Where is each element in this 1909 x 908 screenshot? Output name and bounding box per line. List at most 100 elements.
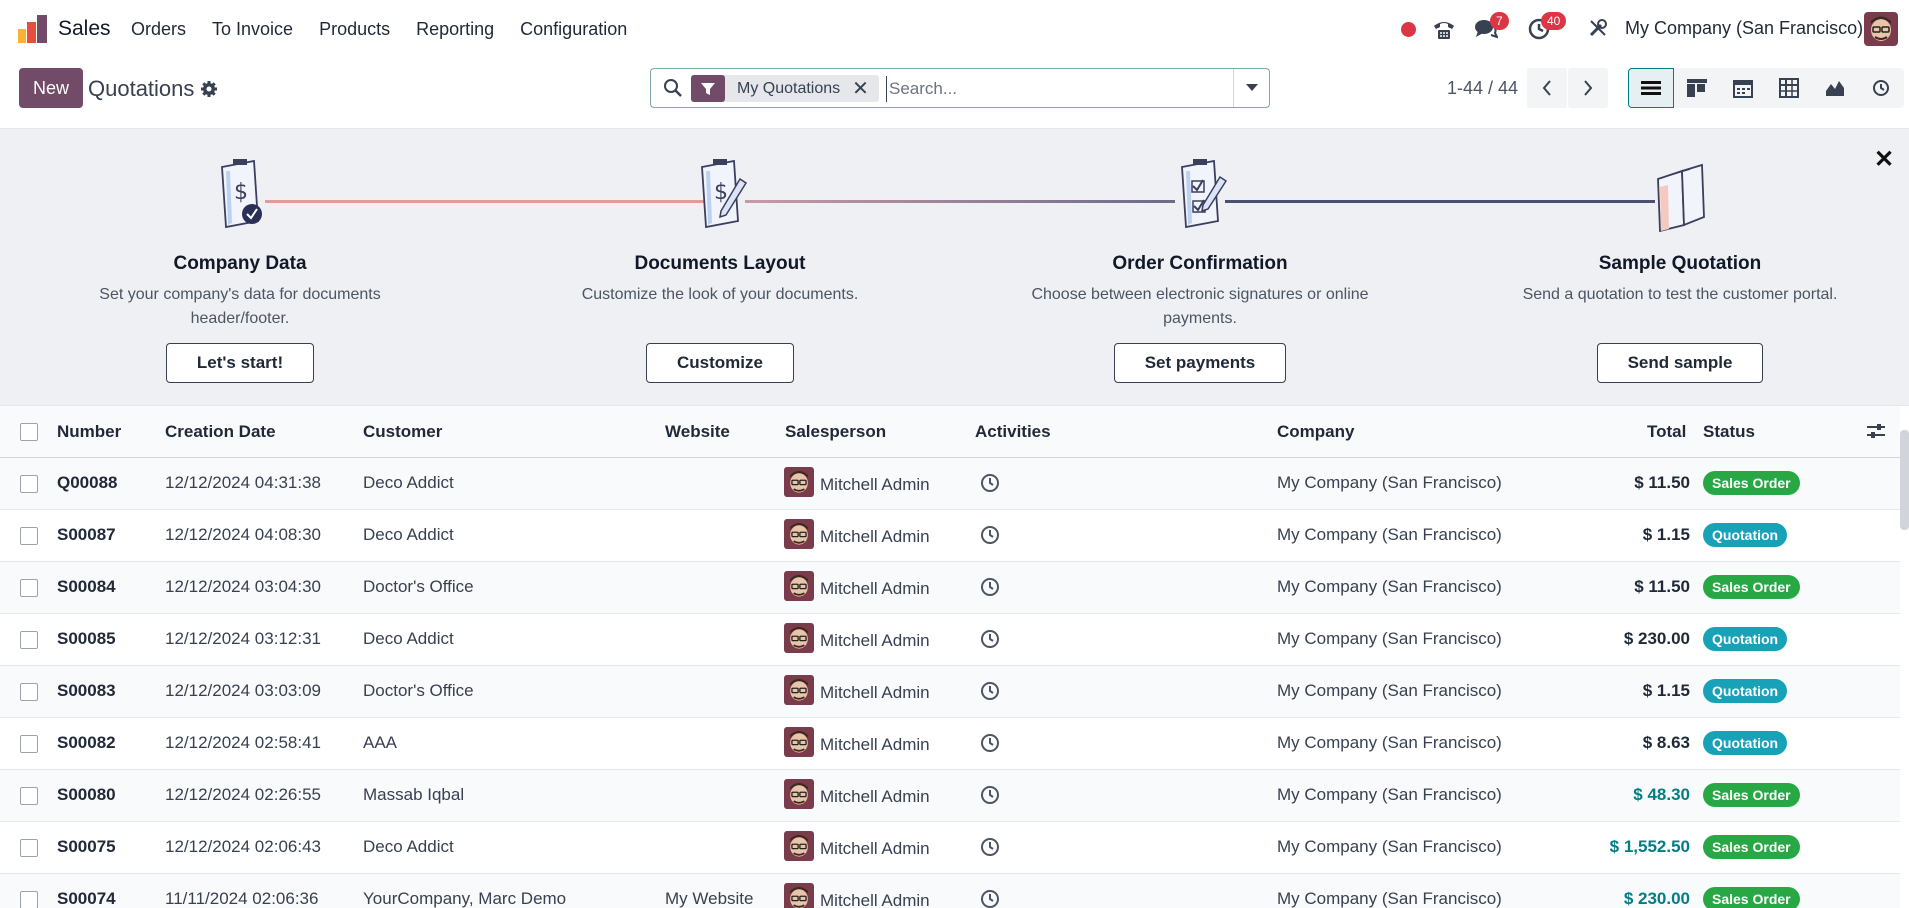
column-header-total[interactable]: Total xyxy=(1647,422,1686,442)
column-header-activities[interactable]: Activities xyxy=(975,422,1051,442)
table-row[interactable]: S00082 12/12/2024 02:58:41 AAA Mitchell Adm… xyxy=(0,718,1900,770)
table-row[interactable]: S00085 12/12/2024 03:12:31 Deco Addict Mitc… xyxy=(0,614,1900,666)
cell-salesperson[interactable]: Mitchell Admin xyxy=(820,683,930,703)
cell-customer[interactable]: Deco Addict xyxy=(363,629,454,649)
cell-customer[interactable]: YourCompany, Marc Demo xyxy=(363,889,566,908)
cell-number[interactable]: Q00088 xyxy=(57,473,118,493)
cell-company[interactable]: My Company (San Francisco) xyxy=(1277,577,1502,597)
clock-icon[interactable] xyxy=(980,473,1000,493)
cell-salesperson[interactable]: Mitchell Admin xyxy=(820,527,930,547)
select-all-checkbox[interactable] xyxy=(20,423,38,441)
calendar-view-button[interactable] xyxy=(1720,68,1766,108)
cell-salesperson[interactable]: Mitchell Admin xyxy=(820,787,930,807)
pivot-view-button[interactable] xyxy=(1766,68,1812,108)
cell-salesperson[interactable]: Mitchell Admin xyxy=(820,839,930,859)
menu-item-configuration[interactable]: Configuration xyxy=(520,19,627,40)
cell-creation-date[interactable]: 12/12/2024 02:26:55 xyxy=(165,785,321,805)
menu-item-to-invoice[interactable]: To Invoice xyxy=(212,19,293,40)
cell-creation-date[interactable]: 12/12/2024 04:08:30 xyxy=(165,525,321,545)
cell-creation-date[interactable]: 12/12/2024 02:06:43 xyxy=(165,837,321,857)
cell-salesperson[interactable]: Mitchell Admin xyxy=(820,579,930,599)
cell-creation-date[interactable]: 12/12/2024 03:12:31 xyxy=(165,629,321,649)
clock-icon[interactable] xyxy=(980,525,1000,545)
tools-icon[interactable] xyxy=(1588,18,1608,38)
lets-start-button[interactable]: Let's start! xyxy=(165,343,315,383)
table-row[interactable]: S00080 12/12/2024 02:26:55 Massab Iqbal Mit… xyxy=(0,770,1900,822)
avatar[interactable] xyxy=(784,779,814,809)
close-icon[interactable]: ✕ xyxy=(1874,145,1894,174)
cell-number[interactable]: S00083 xyxy=(57,681,116,701)
row-checkbox[interactable] xyxy=(20,631,38,649)
cell-total[interactable]: $ 11.50 xyxy=(1634,473,1690,493)
column-header-number[interactable]: Number xyxy=(57,422,121,442)
pager-value[interactable]: 1-44 / 44 xyxy=(1447,78,1518,99)
table-row[interactable]: S00087 12/12/2024 04:08:30 Deco Addict Mitc… xyxy=(0,510,1900,562)
cell-total[interactable]: $ 1,552.50 xyxy=(1610,837,1690,857)
app-name[interactable]: Sales xyxy=(58,17,111,41)
cell-creation-date[interactable]: 12/12/2024 02:58:41 xyxy=(165,733,321,753)
optional-columns-icon[interactable] xyxy=(1866,422,1886,440)
cell-customer[interactable]: Massab Iqbal xyxy=(363,785,464,805)
set-payments-button[interactable]: Set payments xyxy=(1113,343,1287,383)
cell-customer[interactable]: Deco Addict xyxy=(363,525,454,545)
cell-salesperson[interactable]: Mitchell Admin xyxy=(820,891,930,908)
sales-app-logo-icon[interactable] xyxy=(18,15,48,43)
cell-number[interactable]: S00075 xyxy=(57,837,116,857)
graph-view-button[interactable] xyxy=(1812,68,1858,108)
cell-salesperson[interactable]: Mitchell Admin xyxy=(820,475,930,495)
row-checkbox[interactable] xyxy=(20,579,38,597)
pager-next-button[interactable] xyxy=(1568,68,1608,108)
row-checkbox[interactable] xyxy=(20,683,38,701)
send-sample-button[interactable]: Send sample xyxy=(1596,343,1764,383)
cell-company[interactable]: My Company (San Francisco) xyxy=(1277,733,1502,753)
avatar[interactable] xyxy=(784,727,814,757)
row-checkbox[interactable] xyxy=(20,735,38,753)
cell-total[interactable]: $ 1.15 xyxy=(1643,681,1690,701)
cell-customer[interactable]: Deco Addict xyxy=(363,837,454,857)
search-options-toggle[interactable] xyxy=(1233,69,1269,107)
row-checkbox[interactable] xyxy=(20,891,38,908)
avatar[interactable] xyxy=(784,883,814,908)
recording-indicator[interactable] xyxy=(1401,0,1416,58)
vertical-scrollbar[interactable] xyxy=(1900,430,1909,530)
avatar[interactable] xyxy=(784,831,814,861)
cell-company[interactable]: My Company (San Francisco) xyxy=(1277,629,1502,649)
column-header-status[interactable]: Status xyxy=(1703,422,1755,442)
cell-number[interactable]: S00080 xyxy=(57,785,116,805)
cell-creation-date[interactable]: 12/12/2024 03:04:30 xyxy=(165,577,321,597)
page-title[interactable]: Quotations xyxy=(88,76,194,102)
menu-item-orders[interactable]: Orders xyxy=(131,19,186,40)
customize-button[interactable]: Customize xyxy=(646,343,794,383)
cell-number[interactable]: S00084 xyxy=(57,577,116,597)
cell-number[interactable]: S00085 xyxy=(57,629,116,649)
cell-total[interactable]: $ 230.00 xyxy=(1624,629,1690,649)
column-header-customer[interactable]: Customer xyxy=(363,422,442,442)
row-checkbox[interactable] xyxy=(20,839,38,857)
close-icon[interactable]: ✕ xyxy=(852,79,869,99)
cell-creation-date[interactable]: 11/11/2024 02:06:36 xyxy=(165,889,318,908)
search-icon[interactable] xyxy=(663,78,683,98)
avatar[interactable] xyxy=(784,675,814,705)
avatar[interactable] xyxy=(784,467,814,497)
clock-icon[interactable] xyxy=(980,837,1000,857)
cell-company[interactable]: My Company (San Francisco) xyxy=(1277,837,1502,857)
avatar[interactable] xyxy=(784,571,814,601)
row-checkbox[interactable] xyxy=(20,787,38,805)
cell-total[interactable]: $ 8.63 xyxy=(1643,733,1690,753)
avatar[interactable] xyxy=(784,623,814,653)
cell-salesperson[interactable]: Mitchell Admin xyxy=(820,631,930,651)
avatar[interactable] xyxy=(784,519,814,549)
table-row[interactable]: S00075 12/12/2024 02:06:43 Deco Addict Mitc… xyxy=(0,822,1900,874)
cell-creation-date[interactable]: 12/12/2024 04:31:38 xyxy=(165,473,321,493)
cell-number[interactable]: S00074 xyxy=(57,889,116,908)
column-header-company[interactable]: Company xyxy=(1277,422,1354,442)
new-button[interactable]: New xyxy=(19,68,83,108)
table-row[interactable]: Q00088 12/12/2024 04:31:38 Deco Addict Mitc… xyxy=(0,458,1900,510)
cell-customer[interactable]: Doctor's Office xyxy=(363,681,474,701)
column-header-creation-date[interactable]: Creation Date xyxy=(165,422,276,442)
cell-customer[interactable]: Deco Addict xyxy=(363,473,454,493)
cell-website[interactable]: My Website xyxy=(665,889,754,908)
clock-icon[interactable] xyxy=(980,681,1000,701)
clock-icon[interactable] xyxy=(980,733,1000,753)
cell-number[interactable]: S00082 xyxy=(57,733,116,753)
